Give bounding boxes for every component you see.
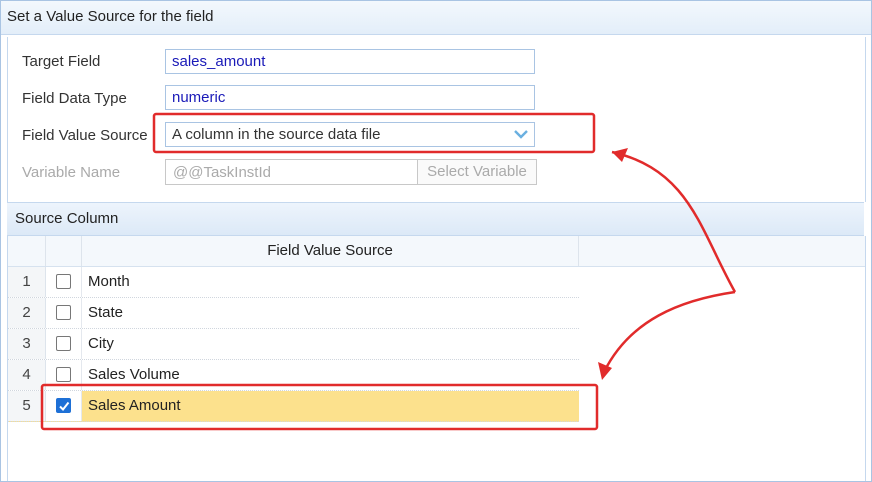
source-column-grid: Field Value Source 1 Month 2 State 3 Cit… xyxy=(7,236,866,481)
row-label: City xyxy=(88,335,114,352)
grid-header-num xyxy=(8,236,46,266)
dialog-window: Set a Value Source for the field Target … xyxy=(0,0,872,482)
row-number: 3 xyxy=(8,329,46,359)
row-label: Month xyxy=(88,273,130,290)
value-source-select[interactable]: A column in the source data file xyxy=(165,122,535,147)
table-row[interactable]: 3 City xyxy=(8,329,579,360)
grid-header: Field Value Source xyxy=(8,236,865,267)
check-icon xyxy=(59,401,70,412)
table-row[interactable]: 2 State xyxy=(8,298,579,329)
row-checkbox[interactable] xyxy=(56,367,71,382)
data-type-input[interactable]: numeric xyxy=(165,85,535,110)
row-number: 1 xyxy=(8,267,46,297)
table-row-selected[interactable]: 5 Sales Amount xyxy=(8,391,579,422)
row-checkbox[interactable] xyxy=(56,336,71,351)
row-number: 5 xyxy=(8,391,46,421)
variable-name-label: Variable Name xyxy=(22,164,121,181)
row-checkbox[interactable] xyxy=(56,274,71,289)
chevron-down-icon[interactable] xyxy=(511,125,531,144)
data-type-label: Field Data Type xyxy=(22,90,127,107)
variable-name-field: @@TaskInstId Select Variable xyxy=(165,159,537,185)
form-panel: Target Field sales_amount Field Data Typ… xyxy=(7,37,866,202)
target-field-input[interactable]: sales_amount xyxy=(165,49,535,74)
target-field-label: Target Field xyxy=(22,53,101,70)
select-variable-button[interactable]: Select Variable xyxy=(417,160,536,184)
row-number: 2 xyxy=(8,298,46,328)
dialog-titlebar: Set a Value Source for the field xyxy=(1,1,871,35)
dialog-title: Set a Value Source for the field xyxy=(7,8,214,25)
source-column-header: Source Column xyxy=(7,202,864,236)
row-checkbox-checked[interactable] xyxy=(56,398,71,413)
table-row[interactable]: 4 Sales Volume xyxy=(8,360,579,391)
value-source-label: Field Value Source xyxy=(22,127,148,144)
source-column-title: Source Column xyxy=(15,210,119,227)
grid-header-field-value-source[interactable]: Field Value Source xyxy=(82,236,579,266)
row-number: 4 xyxy=(8,360,46,390)
variable-name-value: @@TaskInstId xyxy=(173,164,271,181)
row-label: State xyxy=(88,304,124,321)
row-checkbox[interactable] xyxy=(56,305,71,320)
row-label: Sales Amount xyxy=(88,397,181,414)
table-row[interactable]: 1 Month xyxy=(8,267,579,298)
row-label: Sales Volume xyxy=(88,366,180,383)
value-source-selected: A column in the source data file xyxy=(172,126,381,143)
grid-header-check xyxy=(46,236,82,266)
